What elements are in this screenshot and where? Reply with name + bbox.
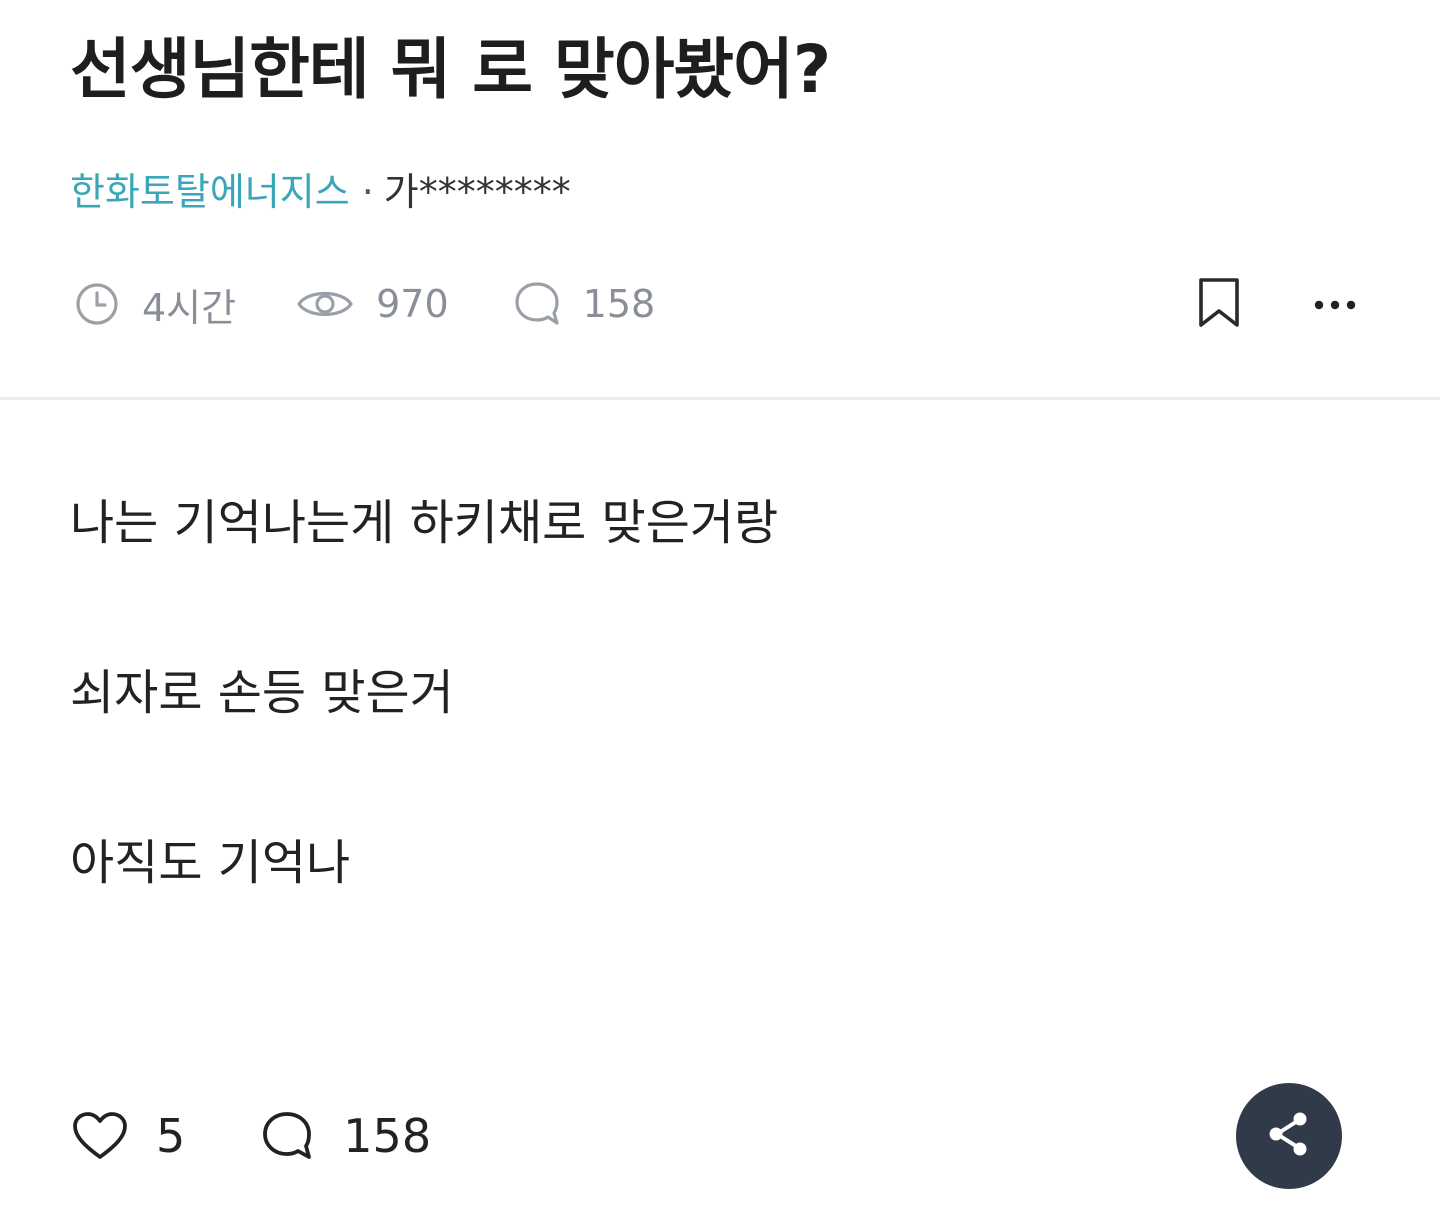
post-views: 970 bbox=[296, 282, 449, 326]
post-paragraph: 쇠자로 손등 맞은거 bbox=[70, 665, 454, 721]
post-body: 나는 기억나는게 하키채로 맞은거랑 쇠자로 손등 맞은거 아직도 기억나 bbox=[70, 496, 1370, 1006]
author-line: 한화토탈에너지스 · 가******** bbox=[70, 168, 571, 216]
company-link[interactable]: 한화토탈에너지스 bbox=[70, 170, 350, 214]
more-horizontal-icon bbox=[1314, 295, 1356, 314]
comments-count: 158 bbox=[582, 282, 656, 326]
comment-button[interactable]: 158 bbox=[261, 1109, 431, 1163]
more-options-button[interactable] bbox=[1308, 284, 1362, 324]
bookmark-button[interactable] bbox=[1194, 278, 1244, 332]
eye-icon bbox=[296, 284, 354, 324]
post-time: 4시간 bbox=[74, 277, 236, 332]
heart-icon bbox=[72, 1111, 128, 1161]
bookmark-icon bbox=[1197, 277, 1241, 333]
author-name: 가******** bbox=[383, 170, 571, 214]
share-icon bbox=[1267, 1110, 1311, 1162]
clock-icon bbox=[74, 281, 120, 327]
meta-separator: · bbox=[361, 170, 374, 214]
like-button[interactable]: 5 bbox=[72, 1109, 185, 1163]
post-title: 선생님한테 뭐 로 맞아봤어? bbox=[70, 31, 831, 108]
comment-icon bbox=[513, 280, 561, 328]
like-count: 5 bbox=[156, 1109, 186, 1163]
post-paragraph: 나는 기억나는게 하키채로 맞은거랑 bbox=[70, 495, 779, 551]
comment-action-count: 158 bbox=[343, 1109, 432, 1163]
comment-icon bbox=[261, 1110, 313, 1162]
post-meta: 4시간 970 158 bbox=[74, 278, 655, 330]
time-ago-text: 4시간 bbox=[142, 285, 237, 330]
post-paragraph: 아직도 기억나 bbox=[70, 835, 351, 891]
divider bbox=[0, 397, 1440, 400]
share-button[interactable] bbox=[1236, 1083, 1342, 1189]
post-comment-count: 158 bbox=[513, 280, 656, 328]
views-count: 970 bbox=[376, 282, 449, 326]
post-actions-bar: 5 158 bbox=[72, 1108, 431, 1164]
